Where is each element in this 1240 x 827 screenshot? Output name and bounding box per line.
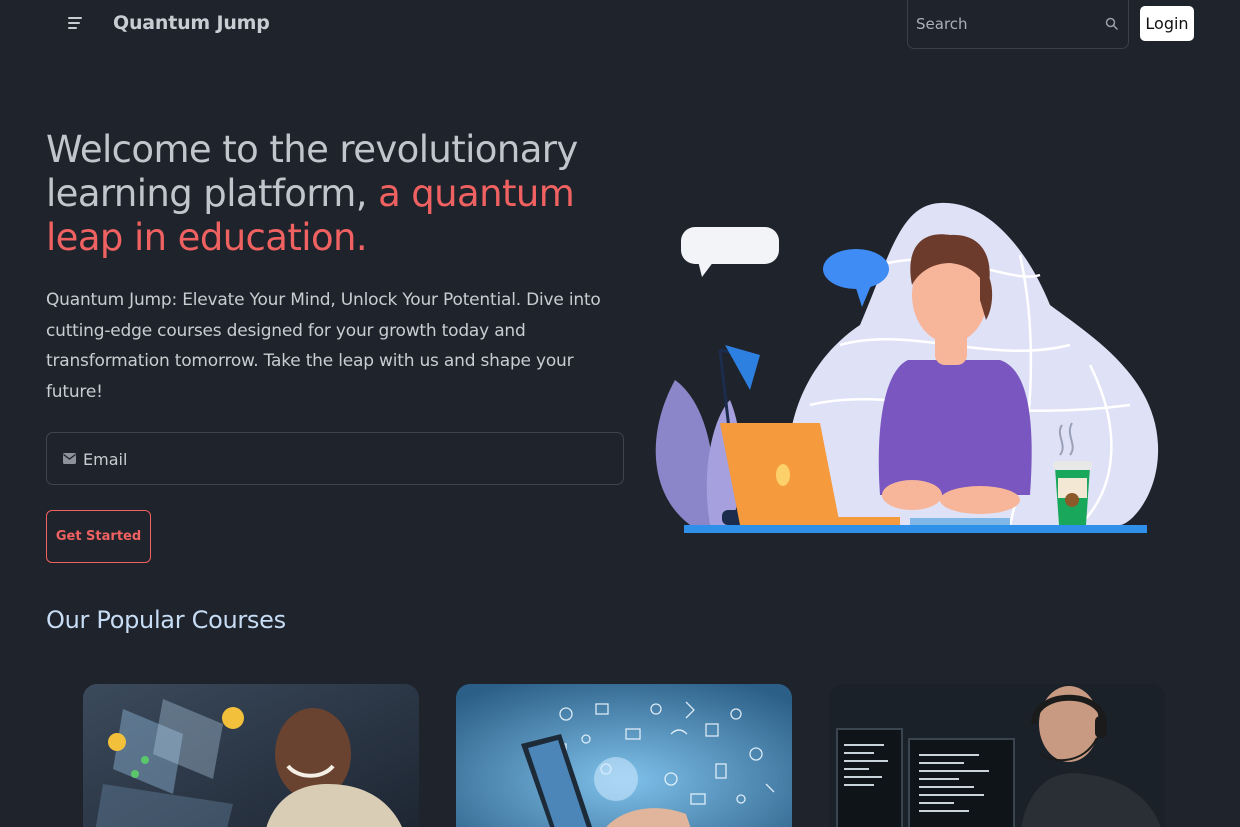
get-started-button[interactable]: Get Started	[46, 510, 151, 563]
email-field[interactable]	[46, 432, 624, 485]
hero-description: Quantum Jump: Elevate Your Mind, Unlock …	[46, 290, 601, 402]
course-image	[83, 684, 419, 827]
envelope-icon	[63, 453, 76, 464]
popular-courses-title: Our Popular Courses	[46, 606, 286, 634]
search-icon[interactable]	[1105, 17, 1118, 30]
course-image	[456, 684, 792, 827]
course-card[interactable]	[456, 684, 792, 827]
email-input[interactable]	[83, 446, 603, 472]
hero-title: Welcome to the revolutionary learning pl…	[46, 128, 646, 260]
course-card[interactable]	[829, 684, 1165, 827]
search-box[interactable]	[907, 0, 1129, 49]
header: Quantum Jump Login	[0, 0, 1240, 49]
brand-name[interactable]: Quantum Jump	[113, 12, 270, 34]
course-image	[829, 684, 1165, 827]
hero-illustration	[655, 202, 1159, 533]
search-input[interactable]	[916, 12, 1096, 36]
menu-icon[interactable]	[66, 14, 86, 34]
login-button[interactable]: Login	[1140, 6, 1194, 41]
course-card[interactable]	[83, 684, 419, 827]
